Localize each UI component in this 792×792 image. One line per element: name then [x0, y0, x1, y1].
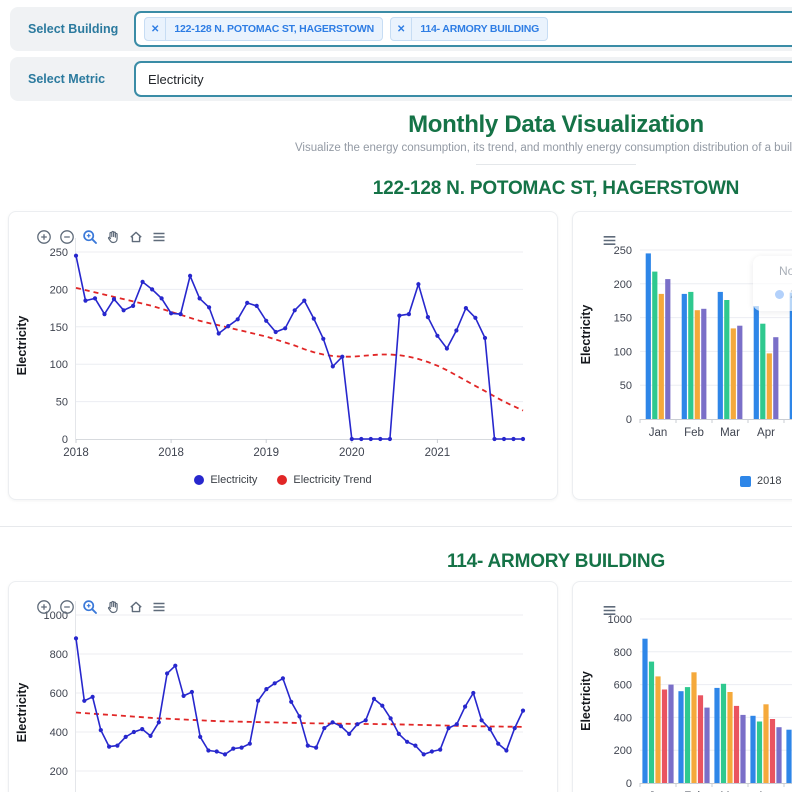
legend-label: Electricity Trend [293, 474, 371, 486]
page-subtitle: Visualize the energy consumption, its tr… [0, 141, 792, 156]
svg-text:200: 200 [50, 766, 68, 778]
home-icon[interactable] [127, 598, 144, 615]
tag-label: 114- ARMORY BUILDING [412, 18, 547, 40]
svg-text:100: 100 [50, 359, 68, 371]
zoom-in-icon[interactable] [35, 598, 52, 615]
zoom-select-icon[interactable] [81, 598, 98, 615]
selected-building-tag: ✕ 114- ARMORY BUILDING [390, 17, 548, 41]
zoom-select-icon[interactable] [81, 228, 98, 245]
svg-text:800: 800 [614, 647, 632, 659]
pan-hand-icon[interactable] [104, 598, 121, 615]
metric-select-label: Select Metric [28, 72, 124, 86]
tooltip-series-row: 2018 [775, 287, 792, 301]
building-select-label: Select Building [28, 22, 124, 36]
svg-text:0: 0 [62, 434, 68, 446]
tooltip-month: Nov [779, 264, 792, 278]
svg-text:200: 200 [50, 284, 68, 296]
section-divider [0, 526, 792, 527]
svg-text:150: 150 [50, 322, 68, 334]
legend-label: Electricity [210, 474, 257, 486]
svg-text:400: 400 [614, 712, 632, 724]
svg-text:200: 200 [614, 745, 632, 757]
building-2-title: 114- ARMORY BUILDING [0, 551, 792, 573]
line-chart-card-1: 0 50 100 150 200 250 2018 2018 2019 2020 2021 Elect… [8, 211, 558, 500]
building-1-charts-row: 05010015020025020182018201920202021Elect… [8, 211, 792, 500]
svg-text:2018: 2018 [158, 447, 184, 459]
svg-text:250: 250 [50, 247, 68, 259]
page-title: Monthly Data Visualization [0, 111, 792, 139]
home-icon[interactable] [127, 228, 144, 245]
legend-item[interactable]: Electricity Trend [277, 474, 371, 486]
svg-text:2021: 2021 [425, 447, 451, 459]
bar-legend-0: 2018201920202021 [573, 475, 792, 487]
bar-chart-card-1: 050100150200250ElectricityJanFebMarAprMa… [572, 211, 792, 500]
building-2-charts-row: 2004006008001000Electricity ElectricityE… [8, 581, 792, 792]
metric-control-row: Select Metric Electricity [10, 57, 792, 101]
chart-toolbar [35, 598, 167, 615]
bar-chart-card-2: 02004006008001000ElectricityJanFebMarApr… [572, 581, 792, 792]
svg-text:600: 600 [614, 680, 632, 692]
building-multiselect[interactable]: ✕ 122-128 N. POTOMAC ST, HAGERSTOWN ✕ 11… [134, 11, 792, 47]
selected-building-tag: ✕ 122-128 N. POTOMAC ST, HAGERSTOWN [144, 17, 383, 41]
legend-swatch-icon [277, 475, 287, 485]
svg-text:Mar: Mar [720, 427, 740, 439]
svg-text:2020: 2020 [339, 447, 365, 459]
svg-text:Apr: Apr [757, 427, 775, 439]
line-legend-0: Electricity Electricity Trend [9, 474, 557, 486]
menu-icon[interactable] [601, 232, 618, 254]
legend-label: 2018 [757, 475, 781, 487]
zoom-out-icon[interactable] [58, 228, 75, 245]
svg-text:Electricity: Electricity [579, 305, 593, 365]
svg-text:100: 100 [614, 346, 632, 358]
svg-text:Electricity: Electricity [15, 683, 29, 743]
remove-tag-icon[interactable]: ✕ [391, 18, 412, 40]
line-chart-card-2: 2004006008001000Electricity ElectricityE… [8, 581, 558, 792]
legend-swatch-icon [740, 476, 751, 487]
svg-text:400: 400 [50, 727, 68, 739]
metric-select[interactable]: Electricity [134, 61, 792, 97]
svg-text:150: 150 [614, 313, 632, 325]
svg-text:600: 600 [50, 688, 68, 700]
svg-text:Feb: Feb [684, 427, 704, 439]
legend-swatch-icon [194, 475, 204, 485]
remove-tag-icon[interactable]: ✕ [145, 18, 166, 40]
svg-text:200: 200 [614, 279, 632, 291]
svg-text:50: 50 [56, 397, 68, 409]
metric-selected-value: Electricity [144, 72, 204, 87]
svg-text:0: 0 [626, 414, 632, 426]
page: Select Building ✕ 122-128 N. POTOMAC ST,… [0, 7, 792, 792]
svg-text:Jan: Jan [649, 427, 668, 439]
menu-icon[interactable] [150, 228, 167, 245]
menu-icon[interactable] [150, 598, 167, 615]
svg-text:2018: 2018 [63, 447, 89, 459]
series-dot-icon [775, 290, 784, 299]
line-chart-0[interactable]: 0 50 100 150 200 250 2018 2018 2019 2020 2021 Elect… [9, 212, 557, 499]
title-divider [476, 164, 636, 165]
building-1-title: 122-128 N. POTOMAC ST, HAGERSTOWN [0, 178, 792, 200]
pan-hand-icon[interactable] [104, 228, 121, 245]
svg-text:50: 50 [620, 380, 632, 392]
zoom-out-icon[interactable] [58, 598, 75, 615]
legend-item[interactable]: Electricity [194, 474, 257, 486]
tag-label: 122-128 N. POTOMAC ST, HAGERSTOWN [166, 18, 382, 40]
building-control-row: Select Building ✕ 122-128 N. POTOMAC ST,… [10, 7, 792, 51]
fading-tooltip: Nov 2018 [753, 256, 792, 311]
menu-icon[interactable] [601, 602, 618, 624]
zoom-in-icon[interactable] [35, 228, 52, 245]
app-viewport: Select Building ✕ 122-128 N. POTOMAC ST,… [0, 0, 792, 792]
svg-text:800: 800 [50, 649, 68, 661]
legend-item[interactable]: 2018 [740, 475, 781, 487]
svg-text:0: 0 [626, 778, 632, 790]
svg-text:Electricity: Electricity [579, 671, 593, 731]
svg-text:Electricity: Electricity [15, 316, 29, 376]
svg-text:2019: 2019 [253, 447, 279, 459]
chart-toolbar [35, 228, 167, 245]
